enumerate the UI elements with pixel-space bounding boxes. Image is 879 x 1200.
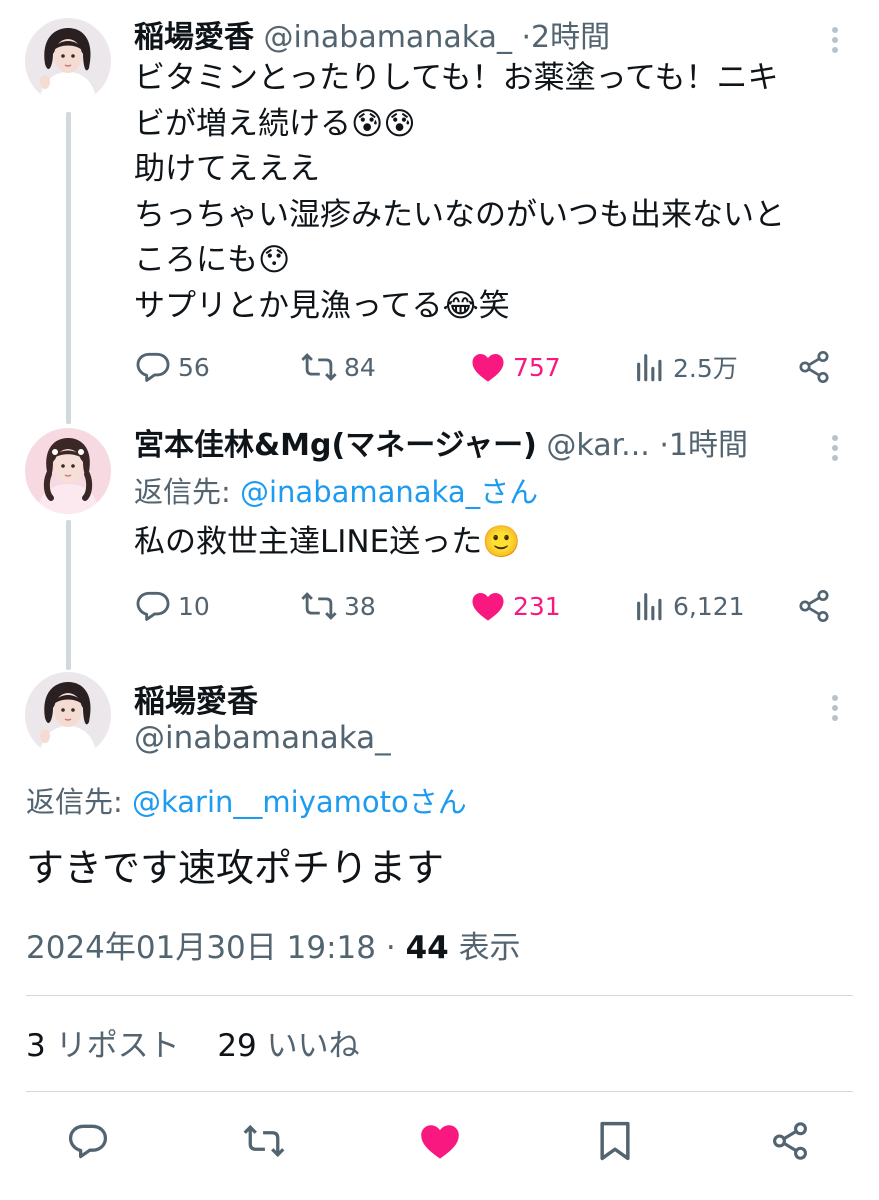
- reply-icon: [134, 587, 172, 625]
- thread-line: [66, 520, 71, 670]
- separator-dot: ·: [659, 428, 669, 463]
- share-button[interactable]: [796, 344, 832, 390]
- tweet-actions: 10 38 231 6,121: [134, 583, 834, 629]
- share-button[interactable]: [796, 583, 832, 629]
- views-button[interactable]: 6,121: [633, 583, 745, 629]
- views-icon: [633, 589, 667, 623]
- engagement-stats: 3 リポスト 29 いいね: [26, 1024, 360, 1068]
- like-count: 757: [513, 352, 561, 382]
- divider: [26, 1091, 853, 1092]
- repost-button[interactable]: [241, 1120, 287, 1166]
- author-name[interactable]: 稲場愛香: [134, 676, 258, 721]
- share-icon: [769, 1120, 811, 1166]
- like-button[interactable]: 757: [469, 344, 561, 390]
- tweet-header: 稲場愛香 @inabamanaka_ ·2時間: [134, 19, 610, 57]
- tweet-header: 宮本佳林&Mg(マネージャー) @kar... ·1時間: [134, 427, 748, 465]
- tweet-text-line: サプリとか見漁ってる😂笑: [134, 287, 510, 324]
- reply-count: 10: [178, 591, 210, 621]
- author-handle[interactable]: @inabamanaka_: [264, 20, 512, 55]
- thread-line: [66, 112, 71, 424]
- tweet-datetime[interactable]: 2024年01月30日 19:18: [26, 930, 376, 966]
- reply-button[interactable]: 10: [134, 583, 210, 629]
- tweet-text: ビタミンとったりしても！お薬塗っても！ニキ ビが増え続ける😰😰 助けてえええ ち…: [134, 56, 785, 329]
- repost-button[interactable]: 84: [300, 344, 376, 390]
- repost-count: 38: [344, 591, 376, 621]
- tweet-text: すきです速攻ポチります: [26, 846, 445, 890]
- views-button[interactable]: 2.5万: [633, 344, 738, 390]
- bookmark-icon: [595, 1119, 635, 1167]
- tweet-actions: 56 84 757 2.5万: [134, 344, 834, 390]
- like-total: 29: [217, 1028, 257, 1064]
- author-name[interactable]: 稲場愛香: [134, 20, 254, 55]
- repost-icon: [300, 587, 338, 625]
- avatar[interactable]: [25, 18, 111, 104]
- more-icon[interactable]: [823, 20, 847, 60]
- views-label: 表示: [458, 930, 521, 966]
- reply-count: 56: [178, 352, 210, 382]
- tweet-text-line: 助けてえええ: [134, 151, 320, 187]
- more-icon[interactable]: [823, 428, 847, 468]
- separator-dot: ·: [521, 20, 532, 55]
- repost-count: 84: [344, 352, 376, 382]
- reply-context: 返信先: @karin__miyamotoさん: [26, 782, 467, 822]
- repost-icon: [300, 348, 338, 386]
- repost-icon: [242, 1119, 286, 1167]
- author-name[interactable]: 宮本佳林&Mg(マネージャー): [134, 428, 537, 463]
- share-icon: [796, 588, 832, 624]
- bookmark-button[interactable]: [592, 1120, 638, 1166]
- like-count: 231: [513, 591, 561, 621]
- views-count: 6,121: [673, 591, 745, 621]
- like-button[interactable]: [417, 1120, 463, 1166]
- author-handle[interactable]: @kar...: [546, 428, 649, 463]
- reply-to-mention[interactable]: @inabamanaka_さん: [240, 475, 538, 509]
- like-label: いいね: [266, 1028, 360, 1064]
- like-button[interactable]: 231: [469, 583, 561, 629]
- reply-icon: [66, 1119, 110, 1167]
- divider: [26, 995, 853, 996]
- separator-dot: ·: [385, 930, 396, 966]
- timestamp[interactable]: 1時間: [669, 428, 748, 463]
- reply-to-label: 返信先:: [26, 785, 132, 819]
- reply-button[interactable]: 56: [134, 344, 210, 390]
- tweet-text: 私の救世主達LINE送った🙂: [134, 520, 521, 566]
- tweet-meta: 2024年01月30日 19:18 · 44 表示: [26, 926, 521, 970]
- share-button[interactable]: [767, 1120, 813, 1166]
- repost-total: 3: [26, 1028, 46, 1064]
- repost-button[interactable]: 38: [300, 583, 376, 629]
- repost-stat[interactable]: 3 リポスト: [26, 1028, 180, 1064]
- tweet-text-line: ころにも😯: [134, 242, 291, 278]
- like-icon: [417, 1118, 463, 1168]
- reply-to-mention[interactable]: @karin__miyamotoさん: [132, 785, 467, 819]
- avatar[interactable]: [25, 428, 111, 514]
- timestamp[interactable]: 2時間: [531, 20, 610, 55]
- tweet-text-line: 私の救世主達LINE送った🙂: [134, 524, 521, 560]
- reply-icon: [134, 348, 172, 386]
- reply-button[interactable]: [65, 1120, 111, 1166]
- tweet-text-line: ビが増え続ける😰😰: [134, 105, 416, 142]
- reply-context: 返信先: @inabamanaka_さん: [134, 472, 538, 512]
- reply-to-label: 返信先:: [134, 475, 240, 509]
- like-icon: [469, 348, 507, 386]
- like-stat[interactable]: 29 いいね: [217, 1028, 359, 1064]
- tweet-text-line: ビタミンとったりしても！お薬塗っても！ニキ: [134, 60, 779, 96]
- views-icon: [633, 350, 667, 384]
- more-icon[interactable]: [823, 688, 847, 728]
- tweet-text-line: ちっちゃい湿疹みたいなのがいつも出来ないと: [134, 196, 785, 233]
- share-icon: [796, 349, 832, 385]
- like-icon: [469, 587, 507, 625]
- avatar[interactable]: [25, 672, 111, 758]
- views-count: 44: [405, 930, 449, 966]
- repost-label: リポスト: [55, 1028, 180, 1064]
- author-handle[interactable]: @inabamanaka_: [134, 720, 391, 756]
- views-count: 2.5万: [673, 354, 738, 383]
